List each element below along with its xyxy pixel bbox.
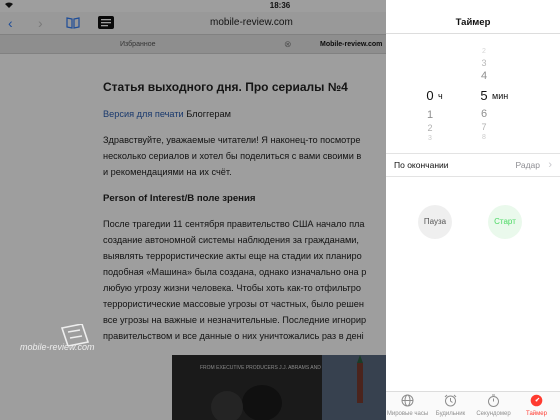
- minutes-option: 2: [482, 48, 486, 55]
- tab-alarm[interactable]: Будильник: [429, 394, 472, 417]
- timer-title: Таймер: [386, 12, 560, 34]
- screen: 18:36 ‹ › mobile-review.com Избранное ⊗ …: [0, 0, 560, 420]
- watermark-logo: mobile-review.com: [20, 324, 95, 352]
- on-end-value: Радар: [515, 160, 540, 170]
- minutes-option: 4: [480, 70, 488, 82]
- timer-icon: [515, 394, 558, 411]
- hours-selected: 0: [426, 88, 434, 103]
- minutes-option: 6: [480, 108, 488, 120]
- minutes-selected: 5: [480, 88, 488, 103]
- tab-label: Будильник: [435, 411, 466, 417]
- tab-label: Таймер: [526, 411, 547, 417]
- clock-app-panel: Таймер 0 ч 1 2 3 2 3 4 5 мин 6 7 8 По ок…: [386, 0, 560, 420]
- minutes-option: 7: [481, 122, 487, 132]
- on-end-label: По окончании: [394, 160, 449, 170]
- clock-tab-bar: Мировые часы Будильник Секундомер Таймер: [386, 391, 560, 420]
- stopwatch-icon: [472, 394, 515, 411]
- on-end-row[interactable]: По окончании Радар ›: [386, 153, 560, 177]
- tab-timer[interactable]: Таймер: [515, 394, 558, 417]
- dim-overlay: [0, 0, 386, 420]
- pause-button[interactable]: Пауза: [418, 205, 452, 239]
- start-button[interactable]: Старт: [488, 205, 522, 239]
- hours-unit: ч: [438, 91, 443, 101]
- minutes-option: 3: [481, 58, 487, 68]
- hours-option: 1: [426, 109, 434, 121]
- minutes-unit: мин: [492, 91, 509, 101]
- tab-world-clock[interactable]: Мировые часы: [386, 394, 429, 417]
- tab-label: Секундомер: [476, 411, 511, 417]
- tab-stopwatch[interactable]: Секундомер: [472, 394, 515, 417]
- hours-option: 3: [428, 135, 432, 142]
- globe-icon: [386, 394, 429, 411]
- timer-picker[interactable]: 0 ч 1 2 3 2 3 4 5 мин 6 7 8: [386, 34, 560, 152]
- alarm-icon: [429, 394, 472, 411]
- chevron-right-icon: ›: [548, 159, 552, 171]
- minutes-option: 8: [482, 134, 486, 141]
- tab-label: Мировые часы: [386, 411, 429, 417]
- hours-option: 2: [427, 123, 433, 133]
